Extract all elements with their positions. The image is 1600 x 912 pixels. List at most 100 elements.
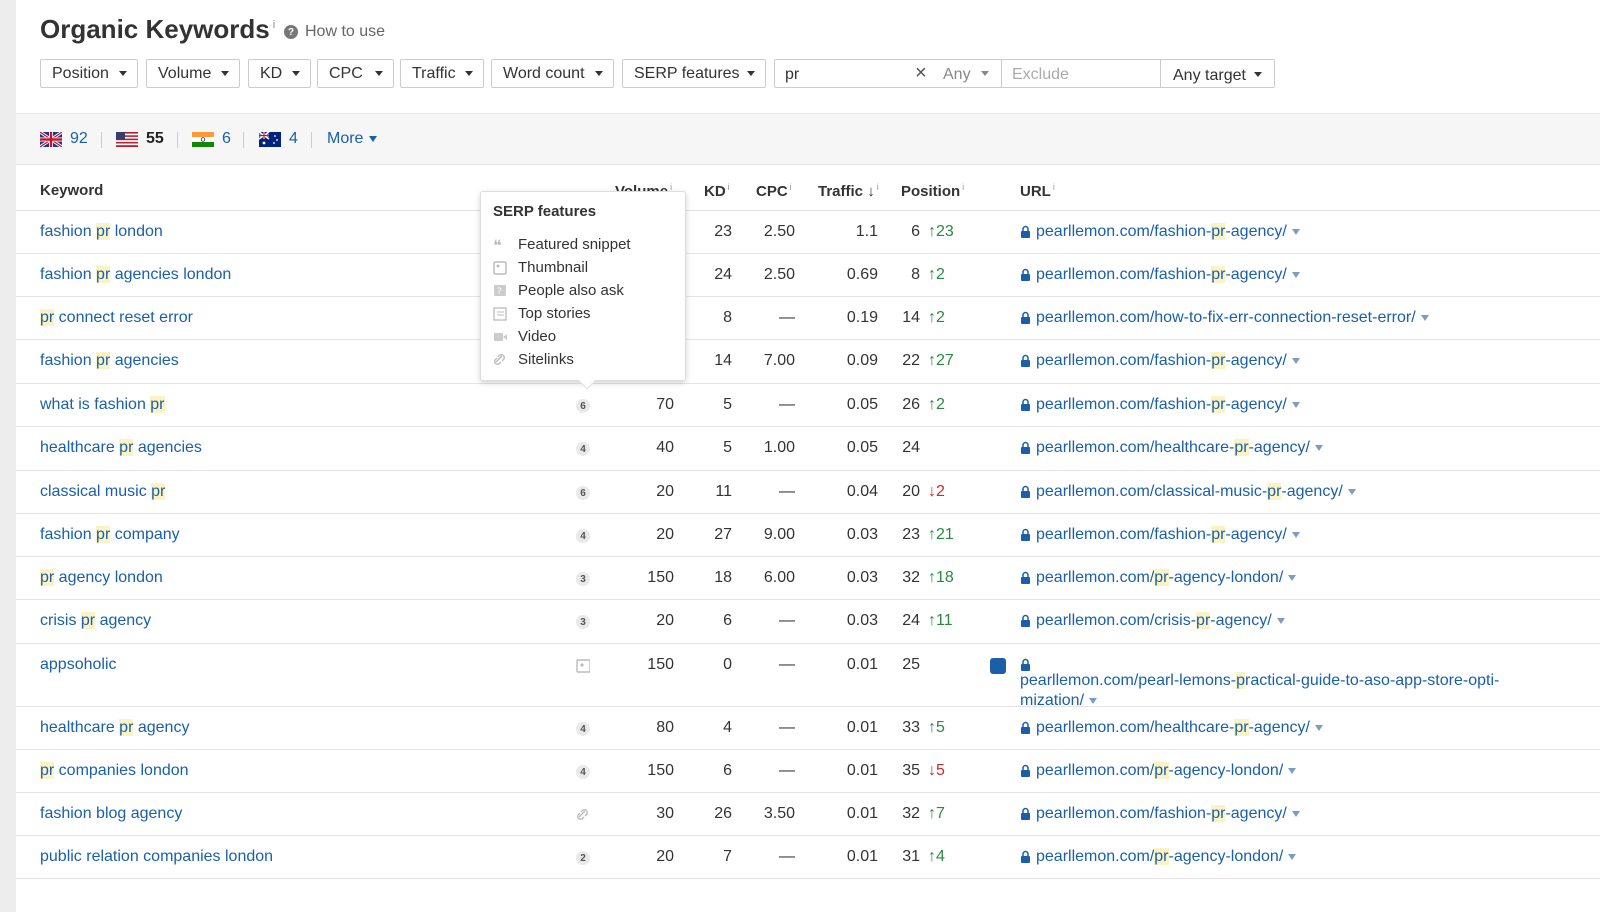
- chevron-down-icon[interactable]: [1291, 357, 1300, 364]
- chevron-down-icon[interactable]: [1291, 401, 1300, 408]
- keyword-link[interactable]: crisis pr agency: [40, 612, 151, 630]
- cpc-value: 1.00: [763, 439, 795, 456]
- chevron-down-icon[interactable]: [1288, 853, 1297, 860]
- how-to-use-link[interactable]: ? How to use: [284, 23, 385, 41]
- url-link[interactable]: pearllemon.com/how-to-fix-err-connection…: [1020, 308, 1429, 328]
- keyword-link[interactable]: pr agency london: [40, 569, 163, 587]
- volume-value: 20: [656, 526, 674, 543]
- position-change: ↓2: [928, 483, 945, 501]
- serp-features-count-badge[interactable]: 3: [576, 572, 590, 586]
- position-filter[interactable]: Position: [40, 59, 138, 88]
- exclude-input[interactable]: Exclude: [1001, 59, 1161, 88]
- url-link[interactable]: pearllemon.com/classical-music-pr-agency…: [1020, 482, 1356, 502]
- chevron-down-icon[interactable]: [1276, 617, 1285, 624]
- volume-filter[interactable]: Volume: [146, 59, 240, 88]
- url-link[interactable]: pearllemon.com/fashion-pr-agency/: [1020, 395, 1300, 415]
- serp-features-count-badge[interactable]: 4: [576, 765, 590, 779]
- chevron-down-icon[interactable]: [1291, 228, 1300, 235]
- word-count-filter[interactable]: Word count: [491, 59, 614, 88]
- serp-features-count-badge[interactable]: 4: [576, 529, 590, 543]
- serp-features-count-badge[interactable]: 4: [576, 442, 590, 456]
- arrow-up-icon: ↑: [928, 223, 936, 240]
- cpc-value: —: [779, 656, 795, 673]
- sitelinks-icon[interactable]: [576, 808, 590, 822]
- position-change: ↑11: [928, 612, 953, 630]
- url-link[interactable]: pearllemon.com/fashion-pr-agency/: [1020, 351, 1300, 371]
- keyword-link[interactable]: what is fashion pr: [40, 396, 165, 414]
- serp-features-filter[interactable]: SERP features: [622, 59, 766, 88]
- country-us[interactable]: 55: [116, 130, 164, 148]
- keyword-link[interactable]: public relation companies london: [40, 848, 273, 866]
- position-change-value: 23: [936, 223, 954, 240]
- match-mode-select[interactable]: Any: [943, 66, 971, 84]
- url-link[interactable]: pearllemon.com/fashion-pr-agency/: [1020, 265, 1300, 285]
- keyword-link[interactable]: fashion pr agencies london: [40, 266, 231, 284]
- url-link[interactable]: pearllemon.com/pr-agency-london/: [1020, 568, 1297, 588]
- url-link[interactable]: pearllemon.com/healthcare-pr-agency/: [1020, 438, 1323, 458]
- title-info-icon[interactable]: i: [273, 19, 275, 31]
- chevron-down-icon: [1254, 72, 1262, 77]
- keyword-link[interactable]: healthcare pr agencies: [40, 439, 202, 457]
- keyword-link[interactable]: fashion pr london: [40, 223, 163, 241]
- keyword-link[interactable]: fashion pr company: [40, 526, 180, 544]
- serp-features-count-badge[interactable]: 6: [576, 399, 590, 413]
- video-icon: [494, 332, 507, 341]
- url-link[interactable]: pearllemon.com/crisis-pr-agency/: [1020, 611, 1285, 631]
- serp-features-count-badge[interactable]: 6: [576, 486, 590, 500]
- table-row: crisis pr agency 3 20 6 — 0.03 24 ↑11 pearllemon…: [16, 600, 1600, 644]
- url-link[interactable]: pearllemon.com/pr-agency-london/: [1020, 761, 1297, 781]
- url-link[interactable]: pearllemon.com/healthcare-pr-agency/: [1020, 718, 1323, 738]
- url-link[interactable]: pearllemon.com/pearl-lemons-practical-gu…: [1020, 655, 1540, 711]
- country-uk[interactable]: 92: [40, 130, 88, 148]
- chevron-down-icon[interactable]: [1089, 697, 1098, 704]
- position-value: 22: [902, 352, 920, 369]
- cpc-value: —: [779, 848, 795, 865]
- url-link[interactable]: pearllemon.com/fashion-pr-agency/: [1020, 222, 1300, 242]
- keyword-link[interactable]: fashion pr agencies: [40, 352, 179, 370]
- kd-filter[interactable]: KD: [248, 59, 311, 88]
- col-cpc[interactable]: CPC i: [756, 182, 792, 200]
- col-kd[interactable]: KD i: [704, 182, 730, 200]
- info-icon: i: [876, 182, 879, 192]
- target-select[interactable]: Any target: [1160, 59, 1275, 88]
- country-australia[interactable]: 4: [259, 130, 298, 148]
- thumbnail-icon[interactable]: [576, 659, 590, 673]
- keyword-link[interactable]: classical music pr: [40, 483, 166, 501]
- how-to-use-label: How to use: [305, 23, 386, 40]
- chevron-down-icon[interactable]: [1291, 271, 1300, 278]
- chevron-down-icon[interactable]: [1291, 531, 1300, 538]
- keyword-search-input[interactable]: pr × Any: [774, 59, 1002, 88]
- chevron-down-icon[interactable]: [1288, 574, 1297, 581]
- chevron-down-icon[interactable]: [1288, 767, 1297, 774]
- col-traffic[interactable]: Traffic ↓ i: [818, 182, 879, 200]
- traffic-filter[interactable]: Traffic: [400, 59, 484, 88]
- cpc-value: —: [779, 612, 795, 629]
- cpc-filter[interactable]: CPC: [317, 59, 394, 88]
- question-box-icon: ?: [494, 284, 506, 297]
- serp-features-count-badge[interactable]: 2: [576, 851, 590, 865]
- keyword-link[interactable]: pr connect reset error: [40, 309, 193, 327]
- country-india[interactable]: 6: [192, 130, 231, 148]
- keyword-link[interactable]: appsoholic: [40, 656, 117, 674]
- keyword-link[interactable]: healthcare pr agency: [40, 719, 189, 737]
- more-countries-button[interactable]: More: [327, 130, 378, 148]
- col-position-label: Position: [901, 183, 961, 200]
- clear-icon[interactable]: ×: [915, 62, 927, 85]
- kd-value: 7: [723, 848, 732, 865]
- url-link[interactable]: pearllemon.com/pr-agency-london/: [1020, 847, 1297, 867]
- chevron-down-icon[interactable]: [1314, 444, 1323, 451]
- col-url[interactable]: URL i: [1020, 182, 1055, 200]
- chevron-down-icon[interactable]: [1314, 724, 1323, 731]
- col-keyword[interactable]: Keyword: [40, 182, 103, 199]
- tooltip-title: SERP features: [493, 203, 597, 220]
- serp-features-count-badge[interactable]: 3: [576, 615, 590, 629]
- chevron-down-icon[interactable]: [1291, 810, 1300, 817]
- keyword-link[interactable]: fashion blog agency: [40, 805, 182, 823]
- url-link[interactable]: pearllemon.com/fashion-pr-agency/: [1020, 804, 1300, 824]
- serp-features-count-badge[interactable]: 4: [576, 722, 590, 736]
- col-position[interactable]: Position i: [901, 182, 964, 200]
- url-link[interactable]: pearllemon.com/fashion-pr-agency/: [1020, 525, 1300, 545]
- chevron-down-icon[interactable]: [1420, 314, 1429, 321]
- chevron-down-icon[interactable]: [1347, 488, 1356, 495]
- keyword-link[interactable]: pr companies london: [40, 762, 189, 780]
